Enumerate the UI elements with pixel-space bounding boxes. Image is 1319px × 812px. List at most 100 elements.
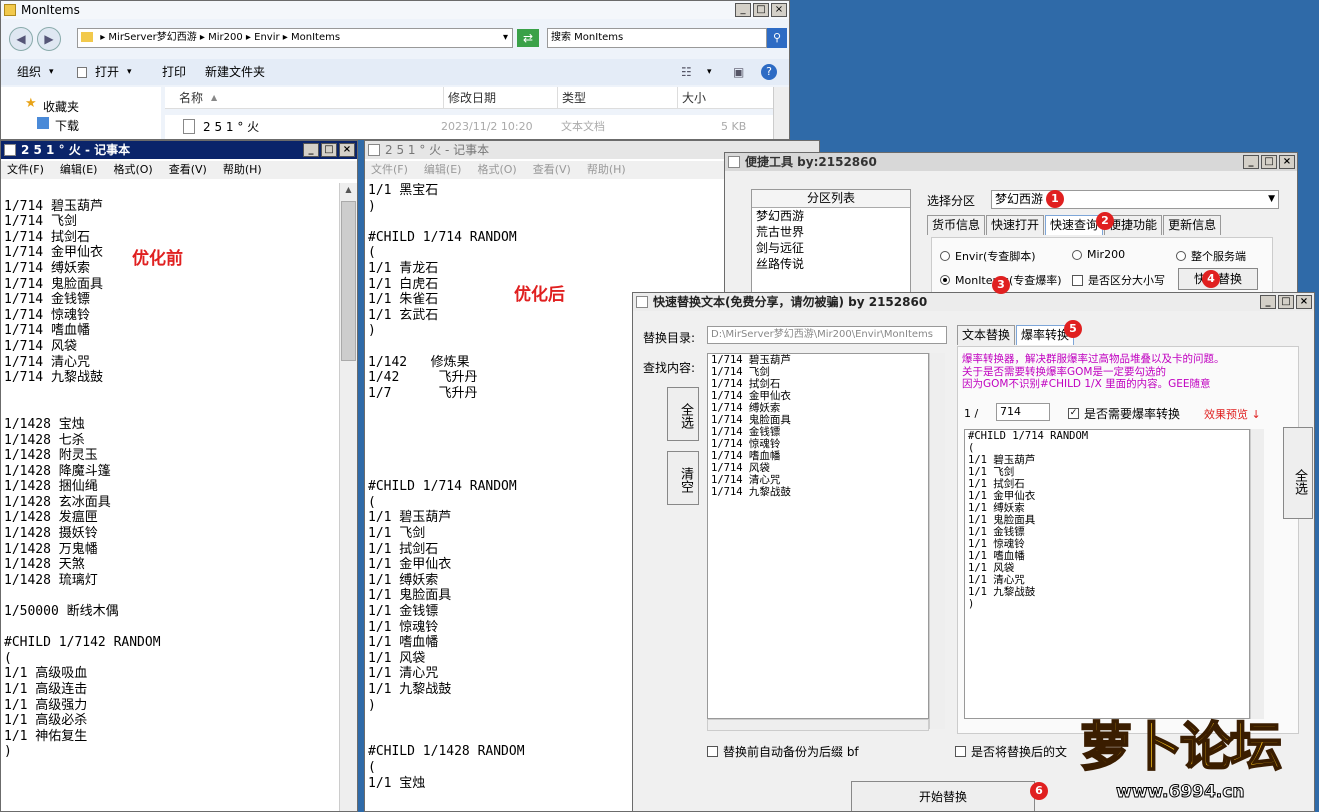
explorer-toolbar: 组织 ▾ 打开 ▾ 打印 新建文件夹 ☷ ▾ ▣ ?	[1, 59, 789, 85]
tool-titlebar[interactable]: 便捷工具 by:2152860 _ □ ×	[725, 153, 1297, 171]
menu-file[interactable]: 文件(F)	[371, 161, 408, 179]
search-input[interactable]: 搜索 MonItems	[547, 28, 767, 48]
app-icon	[636, 296, 648, 308]
scroll-thumb[interactable]	[341, 201, 356, 361]
partition-list[interactable]: 分区列表 梦幻西游 荒古世界 剑与远征 丝路传说	[751, 189, 911, 299]
find-textarea[interactable]: 1/714 碧玉葫芦 1/714 飞剑 1/714 拭剑石 1/714 金甲仙衣…	[707, 353, 929, 719]
dir-field[interactable]: D:\MirServer梦幻西游\Mir200\Envir\MonItems	[707, 326, 947, 344]
partition-list-header[interactable]: 分区列表	[752, 190, 910, 208]
partition-item[interactable]: 梦幻西游	[752, 208, 910, 224]
label-after: 优化后	[514, 285, 565, 305]
menu-format[interactable]: 格式(O)	[477, 161, 516, 179]
menu-help[interactable]: 帮助(H)	[223, 161, 262, 179]
folder-icon	[4, 4, 16, 16]
maximize-button[interactable]: □	[753, 3, 769, 17]
radio-mir200[interactable]: Mir200	[1072, 248, 1125, 261]
nav-downloads[interactable]: 下载	[55, 117, 79, 134]
menu-view[interactable]: 查看(V)	[169, 161, 207, 179]
preview-pane-icon[interactable]: ▣	[733, 59, 744, 85]
close-button[interactable]: ×	[771, 3, 787, 17]
refresh-button[interactable]: ⇄	[517, 29, 539, 47]
organize-button[interactable]: 组织	[17, 59, 41, 85]
minimize-button[interactable]: _	[1243, 155, 1259, 169]
open-button[interactable]: 打开	[95, 59, 119, 85]
partition-item[interactable]: 丝路传说	[752, 256, 910, 272]
explorer-scrollbar[interactable]	[773, 87, 789, 139]
partition-item[interactable]: 荒古世界	[752, 224, 910, 240]
address-bar[interactable]: ▸ MirServer梦幻西游 ▸ Mir200 ▸ Envir ▸ MonIt…	[77, 28, 513, 48]
rate-input[interactable]: 714	[996, 403, 1050, 421]
save-after-checkbox[interactable]: 是否将替换后的文	[955, 743, 1067, 760]
view-dropdown-icon[interactable]: ▾	[707, 59, 712, 85]
menu-file[interactable]: 文件(F)	[7, 161, 44, 179]
tab-text-replace[interactable]: 文本替换	[957, 325, 1016, 345]
clear-button[interactable]: 清空	[667, 451, 699, 505]
forward-button[interactable]: ▶	[37, 27, 61, 51]
case-sensitive-checkbox[interactable]: 是否区分大小写	[1072, 272, 1165, 288]
maximize-button[interactable]: □	[321, 143, 337, 157]
notepad-icon	[4, 144, 16, 156]
menu-edit[interactable]: 编辑(E)	[424, 161, 462, 179]
preview-scrollbar[interactable]	[1250, 429, 1264, 719]
tab-update-info[interactable]: 更新信息	[1163, 215, 1222, 235]
notepad-before-text[interactable]: 1/714 碧玉葫芦 1/714 飞剑 1/714 拭剑石 1/714 金甲仙衣…	[1, 183, 339, 811]
select-all-right-button[interactable]: 全选	[1283, 427, 1313, 519]
minimize-button[interactable]: _	[303, 143, 319, 157]
backup-checkbox[interactable]: 替换前自动备份为后缀 bf	[707, 743, 859, 760]
find-scrollbar[interactable]	[929, 353, 945, 729]
new-folder-button[interactable]: 新建文件夹	[205, 59, 265, 85]
scroll-up-icon[interactable]: ▲	[340, 183, 357, 197]
breadcrumb-item[interactable]: MonItems	[291, 32, 340, 43]
tool-title: 便捷工具 by:2152860	[745, 155, 877, 169]
partition-select[interactable]: 梦幻西游 ▼	[991, 190, 1279, 209]
chevron-down-icon[interactable]: ▼	[1268, 191, 1275, 207]
help-icon[interactable]: ?	[761, 64, 777, 80]
tab-currency[interactable]: 货币信息	[927, 215, 986, 235]
menu-format[interactable]: 格式(O)	[113, 161, 152, 179]
nav-favorites[interactable]: 收藏夹	[43, 98, 79, 115]
menu-help[interactable]: 帮助(H)	[587, 161, 626, 179]
find-hscrollbar[interactable]	[707, 719, 929, 731]
watermark-url: www.6994.cn	[1115, 782, 1245, 803]
replace-titlebar[interactable]: 快速替换文本(免费分享，请勿被骗) by 2152860 _ □ ×	[633, 293, 1314, 311]
marker-5: 5	[1064, 320, 1082, 338]
close-button[interactable]: ×	[1279, 155, 1295, 169]
explorer-titlebar[interactable]: MonItems _ □ ×	[1, 1, 789, 19]
tab-quick-open[interactable]: 快速打开	[986, 215, 1045, 235]
view-icon[interactable]: ☷	[681, 59, 692, 85]
convert-checkbox[interactable]: ✓ 是否需要爆率转换	[1068, 405, 1180, 422]
preview-textarea[interactable]: #CHILD 1/714 RANDOM ( 1/1 碧玉葫芦 1/1 飞剑 1/…	[964, 429, 1250, 719]
close-button[interactable]: ×	[339, 143, 355, 157]
menu-edit[interactable]: 编辑(E)	[60, 161, 98, 179]
marker-4: 4	[1202, 270, 1220, 288]
maximize-button[interactable]: □	[1261, 155, 1277, 169]
breadcrumb-sep: ▸	[100, 32, 106, 43]
tab-quick-query[interactable]: 快速查询	[1045, 215, 1104, 235]
menu-view[interactable]: 查看(V)	[533, 161, 571, 179]
column-name[interactable]: 名称	[179, 87, 203, 109]
column-modified[interactable]: 修改日期	[443, 87, 496, 109]
replace-title: 快速替换文本(免费分享，请勿被骗) by 2152860	[653, 295, 928, 309]
star-icon: ★	[25, 96, 37, 111]
close-button[interactable]: ×	[1296, 295, 1312, 309]
radio-whole-server[interactable]: 整个服务端	[1176, 248, 1246, 264]
back-button[interactable]: ◀	[9, 27, 33, 51]
radio-envir[interactable]: Envir(专查脚本)	[940, 248, 1036, 264]
file-row[interactable]: 2 5 1 ° 火 2023/11/2 10:20 文本文档 5 KB	[165, 115, 773, 139]
breadcrumb-item[interactable]: Envir	[254, 32, 279, 43]
column-size[interactable]: 大小	[677, 87, 706, 109]
breadcrumb-item[interactable]: Mir200	[208, 32, 243, 43]
maximize-button[interactable]: □	[1278, 295, 1294, 309]
partition-item[interactable]: 剑与远征	[752, 240, 910, 256]
minimize-button[interactable]: _	[735, 3, 751, 17]
breadcrumb-item[interactable]: MirServer梦幻西游	[108, 32, 196, 43]
select-all-button[interactable]: 全选	[667, 387, 699, 441]
start-replace-button[interactable]: 开始替换	[851, 781, 1035, 811]
chevron-down-icon[interactable]: ▾	[503, 29, 508, 47]
minimize-button[interactable]: _	[1260, 295, 1276, 309]
notepad-before-titlebar[interactable]: 2 5 1 ° 火 - 记事本 _ □ ×	[1, 141, 357, 159]
notepad-before-scrollbar[interactable]: ▲	[339, 183, 357, 811]
print-button[interactable]: 打印	[162, 59, 186, 85]
column-type[interactable]: 类型	[557, 87, 586, 109]
search-icon[interactable]: ⚲	[767, 28, 787, 48]
